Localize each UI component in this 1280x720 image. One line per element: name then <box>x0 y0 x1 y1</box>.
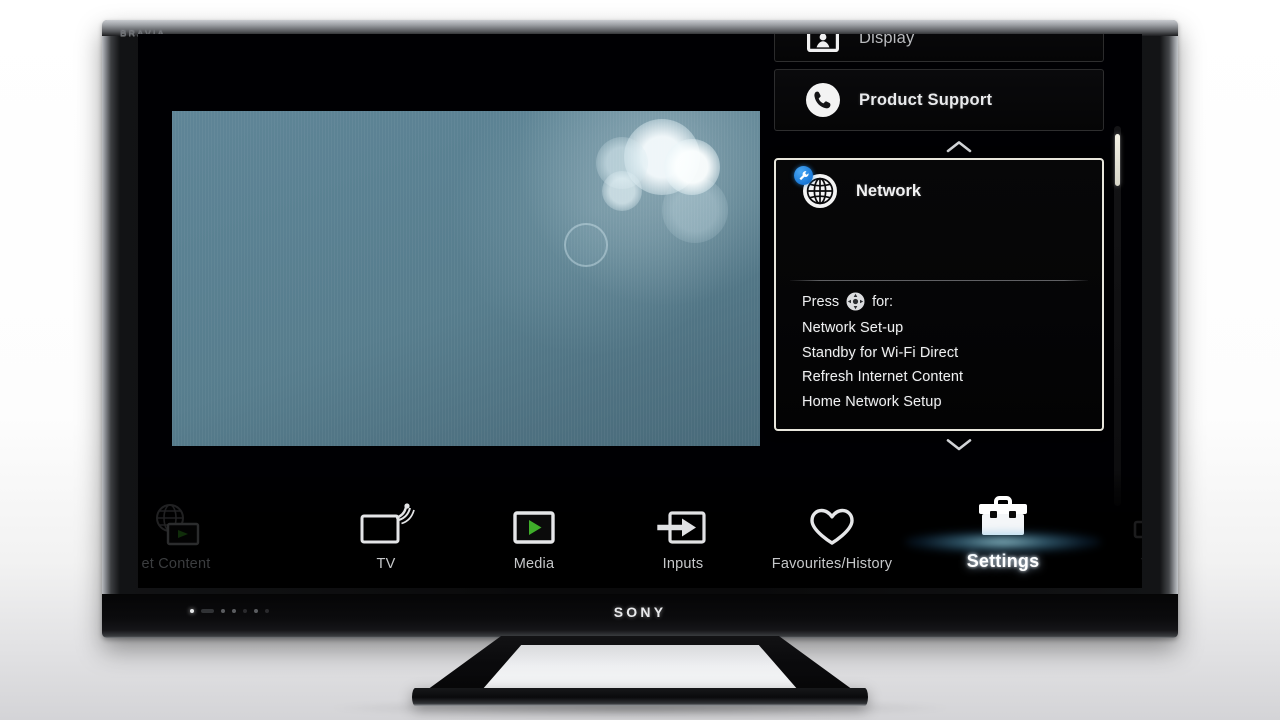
tv-screen: Display Product Support Network Press fo… <box>138 34 1142 588</box>
network-card-spacer <box>776 222 1102 280</box>
globe-network-icon <box>794 166 842 208</box>
nav-item-label: TV <box>376 556 396 572</box>
media-play-icon <box>464 500 604 548</box>
video-playback-area <box>172 111 760 446</box>
scroll-down-chevron-icon[interactable] <box>774 437 1124 453</box>
nav-item-label: Inputs <box>662 556 704 572</box>
menu-scrollbar-thumb[interactable] <box>1115 134 1120 186</box>
heart-icon <box>762 500 902 548</box>
inputs-arrow-icon <box>613 500 753 548</box>
scanline-overlay <box>172 111 760 446</box>
press-instruction: Press for: <box>802 292 1102 311</box>
press-suffix-label: for: <box>872 293 894 310</box>
nav-item-media[interactable]: Media <box>464 500 604 572</box>
network-card-title: Network <box>856 181 922 200</box>
dpad-icon <box>846 292 865 311</box>
bottom-navigation-bar: et Content TV Media Inputs Favourites/Hi… <box>138 470 1142 588</box>
tv-stand-base <box>412 688 868 706</box>
network-action-item[interactable]: Home Network Setup <box>802 390 1102 415</box>
settings-menu-list: Display Product Support Network Press fo… <box>774 34 1104 453</box>
nav-item-label: Settings <box>966 551 1040 571</box>
phone-support-icon <box>801 83 845 117</box>
press-prefix-label: Press <box>802 293 840 310</box>
tv-bottom-bezel: SONY <box>102 594 1178 638</box>
network-card-header: Network <box>776 160 1102 222</box>
toolbox-icon <box>905 495 1101 553</box>
nav-item-label: Favourites/History <box>771 556 893 572</box>
menu-item-display[interactable]: Display <box>774 34 1104 62</box>
nav-item-internet-content[interactable]: et Content <box>138 500 246 572</box>
sony-bravia-tv: BRAVIA Display Product Support Network P… <box>102 20 1178 638</box>
menu-scrollbar-track[interactable] <box>1114 126 1121 506</box>
nav-item-label: et Content <box>141 556 211 572</box>
display-picture-icon <box>801 34 845 52</box>
indicator-led <box>201 609 214 613</box>
power-led <box>190 609 194 613</box>
indicator-led <box>265 609 269 613</box>
nav-item-label: Wi <box>1080 556 1142 572</box>
tv-antenna-icon <box>316 500 456 548</box>
sony-logo: SONY <box>613 604 667 620</box>
menu-item-network-expanded[interactable]: Network Press for: Network Set-up Standb… <box>774 158 1104 431</box>
menu-item-label: Product Support <box>859 90 993 109</box>
network-action-item[interactable]: Refresh Internet Content <box>802 365 1102 390</box>
status-led-cluster <box>190 609 269 613</box>
network-action-item[interactable]: Standby for Wi-Fi Direct <box>802 341 1102 366</box>
wrench-badge-icon <box>794 166 813 185</box>
network-action-list: Press for: Network Set-up Standby for Wi… <box>776 281 1102 429</box>
indicator-led <box>243 609 247 613</box>
internet-content-icon <box>138 500 246 548</box>
menu-item-label: Display <box>859 34 915 47</box>
nav-item-settings[interactable]: Settings <box>905 495 1101 572</box>
screenshot-root: BRAVIA Display Product Support Network P… <box>0 0 1280 720</box>
nav-item-widgets[interactable]: Wi <box>1080 500 1142 572</box>
menu-item-product-support[interactable]: Product Support <box>774 69 1104 131</box>
nav-item-tv[interactable]: TV <box>316 500 456 572</box>
nav-item-favourites-history[interactable]: Favourites/History <box>762 500 902 572</box>
indicator-led <box>221 609 225 613</box>
network-action-item[interactable]: Network Set-up <box>802 316 1102 341</box>
indicator-led <box>254 609 258 613</box>
nav-item-inputs[interactable]: Inputs <box>613 500 753 572</box>
indicator-led <box>232 609 236 613</box>
widgets-icon <box>1080 500 1142 548</box>
scroll-up-chevron-icon[interactable] <box>774 138 1124 154</box>
nav-item-label: Media <box>513 556 555 572</box>
